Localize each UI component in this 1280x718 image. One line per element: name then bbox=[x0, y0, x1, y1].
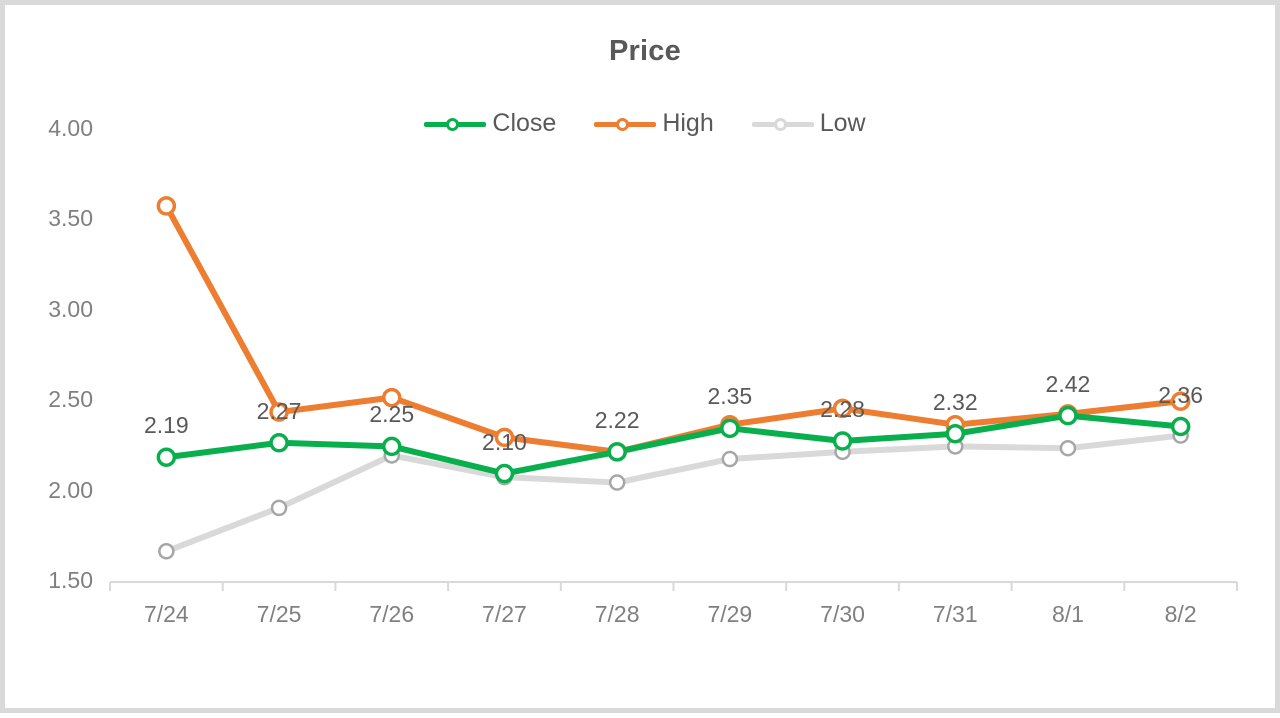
series-marker-low bbox=[158, 543, 175, 560]
data-label-close: 2.27 bbox=[256, 397, 302, 424]
series-marker-close bbox=[1058, 405, 1078, 426]
x-axis-tick-label: 7/31 bbox=[932, 601, 978, 627]
y-axis-tick-label: 2.50 bbox=[48, 386, 93, 413]
x-axis-tick-label: 7/28 bbox=[594, 601, 640, 627]
data-label-close: 2.25 bbox=[369, 401, 415, 428]
data-label-close: 2.42 bbox=[1045, 370, 1091, 397]
data-label-close: 2.28 bbox=[820, 395, 865, 422]
data-label-close: 2.22 bbox=[594, 406, 640, 433]
data-label-close: 2.32 bbox=[932, 388, 978, 415]
series-marker-close bbox=[269, 433, 289, 453]
x-axis-tick-label: 8/1 bbox=[1051, 601, 1084, 627]
series-marker-low bbox=[608, 474, 626, 491]
series-marker-close bbox=[607, 442, 627, 462]
series-marker-low bbox=[721, 450, 739, 468]
x-axis-tick-label: 7/24 bbox=[143, 601, 189, 627]
series-marker-close bbox=[382, 436, 402, 457]
series-marker-close bbox=[832, 431, 853, 451]
y-axis-tick-label: 2.00 bbox=[48, 476, 93, 503]
x-axis-tick-label: 8/2 bbox=[1164, 601, 1197, 627]
y-axis-tick-label: 4.00 bbox=[48, 115, 93, 141]
series-marker-high bbox=[156, 196, 177, 216]
series-line-low bbox=[163, 432, 1184, 555]
y-axis-tick-label: 3.50 bbox=[48, 205, 93, 232]
series-marker-close bbox=[494, 463, 515, 484]
series-marker-close bbox=[156, 447, 177, 467]
series-marker-close bbox=[1170, 416, 1191, 437]
series-marker-low bbox=[1059, 439, 1077, 457]
x-axis-tick-label: 7/26 bbox=[369, 601, 415, 627]
chart-container: Price Close High Low 4.00 3.50 3.00 2.50 2.0… bbox=[0, 0, 1280, 713]
x-axis-tick-label: 7/29 bbox=[707, 601, 753, 627]
data-label-close: 2.35 bbox=[707, 383, 753, 410]
series-marker-close bbox=[720, 418, 740, 439]
data-label-close: 2.36 bbox=[1158, 381, 1204, 408]
y-axis-tick-label: 1.50 bbox=[48, 567, 93, 593]
data-label-close: 2.10 bbox=[482, 428, 527, 455]
series-marker-low bbox=[270, 499, 288, 517]
x-axis-tick-label: 7/25 bbox=[256, 601, 302, 627]
data-label-close: 2.19 bbox=[143, 412, 189, 439]
x-axis-tick-label: 7/30 bbox=[820, 601, 865, 627]
series-marker-close bbox=[945, 423, 965, 444]
y-axis-tick-label: 3.00 bbox=[48, 295, 93, 322]
x-axis-tick-label: 7/27 bbox=[482, 601, 527, 627]
